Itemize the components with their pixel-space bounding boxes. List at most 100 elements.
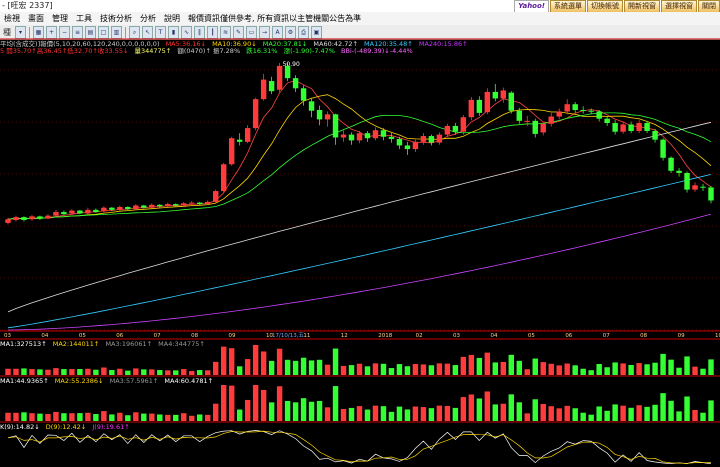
candle-body — [276, 65, 283, 90]
second-bar — [125, 415, 131, 421]
volume-bar — [29, 369, 35, 375]
second-bar — [708, 400, 714, 421]
volume-bar — [708, 359, 714, 375]
ma5-line — [7, 80, 712, 220]
second-bar — [620, 405, 626, 421]
second-bar — [197, 414, 203, 421]
volume-bar — [364, 366, 371, 375]
volume-bar — [668, 359, 674, 375]
second-indicator-header: MA1:44.9365↑ MA2:55.2386↓ MA3:57.5961↑ M… — [0, 377, 217, 385]
volume-bar — [396, 364, 403, 375]
volume-bar — [228, 348, 235, 375]
candle-body — [45, 215, 51, 219]
candle-body — [516, 110, 522, 121]
candle-body — [157, 204, 163, 207]
candle-body — [356, 133, 363, 141]
candle-body — [532, 120, 538, 134]
second-bar — [77, 413, 83, 421]
candle-body — [556, 111, 562, 117]
second-bar — [133, 412, 139, 421]
volume-bar — [157, 370, 163, 375]
second-bar — [236, 409, 243, 421]
volume-bars — [5, 345, 714, 375]
candle-body — [420, 136, 427, 142]
candle-body — [220, 164, 227, 192]
candle-body — [53, 212, 59, 216]
candle-body — [604, 118, 610, 124]
vol-ma2: MA2:144011↑ — [52, 340, 100, 348]
second-bar — [13, 412, 19, 421]
volume-bar — [500, 361, 507, 375]
volume-bar — [61, 369, 67, 375]
ind2-ma3: MA3:57.5961↑ — [109, 377, 159, 385]
stock-chart[interactable]: 50.90 03 04 05 06 07 08 09 10 11 12 2018 02 03 04 05 06… — [0, 0, 720, 467]
second-bar — [564, 405, 570, 421]
candle-body — [580, 110, 586, 111]
second-bar — [452, 407, 459, 421]
volume-indicator-header: MA1:327513↑ MA2:144011↑ MA3:196061↑ MA4:… — [0, 340, 209, 348]
date-tick-label: 06 — [116, 333, 123, 339]
second-bar — [141, 413, 147, 421]
date-tick-label: 08 — [640, 333, 647, 339]
second-bar — [412, 406, 419, 421]
volume-bar — [412, 364, 419, 375]
volume-bar — [564, 363, 570, 375]
volume-bar — [292, 360, 299, 375]
j-readout: J(9):19.61↑ — [92, 423, 130, 431]
volume-bar — [356, 363, 363, 375]
second-bar — [628, 407, 634, 421]
candle-body — [29, 216, 35, 220]
candle-body — [212, 191, 219, 202]
second-bar — [572, 408, 578, 421]
volume-bar — [508, 354, 515, 375]
volume-bar — [189, 371, 195, 375]
volume-bar — [436, 363, 443, 375]
volume-bar — [244, 359, 251, 375]
volume-bar — [300, 357, 307, 375]
candle-body — [189, 202, 195, 204]
second-bar — [444, 405, 451, 421]
volume-bar — [380, 363, 387, 375]
second-bar — [149, 413, 155, 421]
candle-body — [428, 136, 435, 143]
second-bar — [436, 405, 443, 421]
second-bar — [292, 402, 299, 421]
d-readout: D(9):12.42↓ — [45, 423, 87, 431]
vol-ma4: MA4:344775↑ — [158, 340, 205, 348]
volume-bar — [141, 369, 147, 375]
second-bar — [508, 394, 515, 421]
candle-body — [13, 217, 19, 220]
second-bar — [181, 413, 187, 421]
candle-body — [340, 134, 347, 138]
candle-body — [668, 157, 674, 171]
second-bar — [364, 409, 371, 421]
second-bar — [276, 386, 283, 421]
second-bar — [332, 386, 339, 421]
volume-bar — [332, 348, 339, 375]
second-bar — [189, 415, 195, 421]
candlesticks: 50.90 — [5, 61, 714, 225]
volume-bar — [468, 354, 475, 375]
volume-bar — [53, 368, 59, 375]
second-volume-bars — [5, 385, 714, 421]
trading-app-window: - [旺宏 2337] Yahoo! 系統選單 切換帳號 開新視窗 選擇視窗 關… — [0, 0, 720, 467]
date-tick-label: 03 — [4, 333, 11, 339]
candle-body — [316, 110, 323, 120]
volume-bar — [93, 369, 99, 375]
volume-bar — [700, 368, 706, 375]
date-tick-label: 05 — [528, 333, 535, 339]
candle-body — [364, 133, 371, 139]
candle-body — [252, 99, 259, 129]
candle-body — [5, 219, 11, 223]
volume-bar — [348, 365, 355, 375]
volume-bar — [372, 363, 379, 375]
volume-bar — [588, 370, 594, 375]
second-bar — [596, 406, 602, 421]
candle-body — [628, 124, 634, 131]
candle-body — [540, 123, 546, 133]
date-tick-label: 07 — [603, 333, 610, 339]
second-bar — [324, 407, 331, 421]
second-bar — [204, 414, 211, 421]
candle-body — [77, 210, 83, 214]
second-bar — [668, 400, 674, 421]
